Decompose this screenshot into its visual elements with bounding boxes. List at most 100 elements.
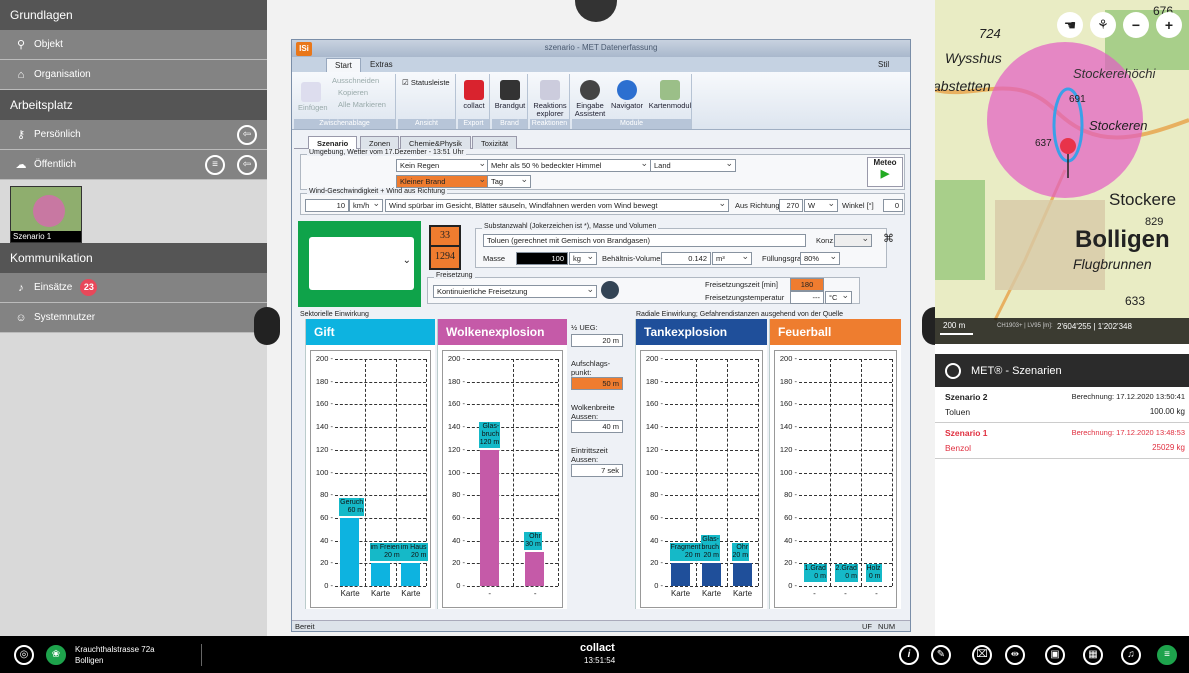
x-tick-label: Karte — [701, 589, 722, 598]
masse-unit-select[interactable]: kg — [569, 252, 597, 265]
tab-start[interactable]: Start — [326, 58, 361, 72]
scenario-icon[interactable]: ❀ — [46, 645, 66, 665]
day-select[interactable]: Tag — [487, 175, 531, 188]
map-view[interactable]: 724 Wysshus Stockerehöchi abstetten 691 … — [935, 0, 1189, 344]
hydrant-icon — [500, 80, 520, 100]
scenario-item[interactable]: Szenario 1 Berechnung: 17.12.2020 13:48:… — [935, 423, 1189, 459]
list-icon[interactable]: ≡ — [205, 155, 225, 175]
wind-angle-input[interactable]: 0 — [883, 199, 903, 212]
volume-input[interactable]: 0.142 — [661, 252, 711, 265]
release-time-input[interactable]: 180 — [790, 278, 824, 291]
fill-level-select[interactable]: 80% — [800, 252, 840, 265]
tab-toxizitaet[interactable]: Toxizität — [472, 136, 518, 149]
sidebar-item-einsaetze[interactable]: ♪ Einsätze 23 — [0, 273, 267, 303]
wind-description-select[interactable]: Wind spürbar im Gesicht, Blätter säuseln… — [385, 199, 729, 212]
reaktionsexplorer-button[interactable]: Reaktions explorer — [530, 80, 570, 118]
window-title: szenario - MET Datenerfassung — [544, 43, 658, 52]
select-all-button[interactable]: Alle Markieren — [338, 100, 386, 109]
play-icon: ▶ — [880, 168, 890, 180]
substance-input[interactable]: Toluen (gerechnet mit Gemisch von Brandg… — [483, 234, 806, 247]
grid-line — [665, 427, 758, 429]
chart-bar — [525, 551, 545, 586]
info-icon[interactable]: i — [899, 645, 919, 665]
list-icon[interactable]: ≡ — [1157, 645, 1177, 665]
collact-icon — [464, 80, 484, 100]
masse-input[interactable]: 100 — [516, 252, 568, 265]
compass-icon[interactable]: ◎ — [14, 645, 34, 665]
paste-button[interactable]: Einfügen — [298, 82, 328, 112]
keyboard-icon[interactable]: ▦ — [1083, 645, 1103, 665]
split-icon[interactable]: ⇹ — [1005, 645, 1025, 665]
grid-line — [512, 359, 514, 586]
left-sidebar: Grundlagen ⚲ Objekt ⌂ Organisation Arbeits… — [0, 0, 267, 636]
copy-button[interactable]: Kopieren — [338, 88, 368, 97]
bell-icon[interactable]: ♫ — [1121, 645, 1141, 665]
y-tick-label: 0 - — [324, 581, 333, 590]
globe-icon[interactable] — [601, 281, 619, 299]
binoculars-icon[interactable]: ⌘ — [883, 232, 894, 245]
sidebar-item-objekt[interactable]: ⚲ Objekt — [0, 30, 267, 60]
cut-button[interactable]: Ausschneiden — [332, 76, 379, 85]
pen-icon[interactable]: ✎ — [931, 645, 951, 665]
konz-select[interactable] — [834, 234, 872, 247]
import-icon[interactable]: ⇦ — [237, 155, 257, 175]
grid-line — [558, 359, 559, 586]
group-module: Eingabe Assistent Navigator Kartenmodul … — [572, 74, 692, 129]
tab-chemie-physik[interactable]: Chemie&Physik — [400, 136, 471, 149]
y-tick-label: 20 - — [784, 558, 797, 568]
sidebar-item-persoenlich[interactable]: ⚷ Persönlich ⇦ — [0, 120, 267, 150]
y-tick-label: 80 - — [650, 490, 663, 500]
layers-icon[interactable]: ⚘ — [1090, 12, 1116, 38]
y-tick-label: 0 - — [788, 581, 797, 590]
location-marker-icon[interactable] — [1060, 138, 1076, 154]
fire-select[interactable]: Kleiner Brand — [396, 175, 489, 188]
brandgut-button[interactable]: Brandgut — [492, 80, 528, 110]
sky-select[interactable]: Mehr als 50 % bedeckter Himmel — [487, 159, 651, 172]
location-pin-icon: ⚲ — [16, 39, 26, 51]
scenario-thumbnail[interactable]: Szenario 1 — [10, 186, 82, 243]
y-tick-label: 180 - — [645, 376, 663, 386]
import-icon[interactable]: ⇦ — [237, 125, 257, 145]
y-tick-label: 160 - — [779, 399, 797, 409]
release-type-select[interactable]: Kontinuierliche Freisetzung — [433, 285, 597, 298]
volume-unit-select[interactable]: m³ — [712, 252, 752, 265]
chart-plot: 0 - 20 - 40 - 60 - 80 - 100 - 120 - 140 - 160 - 1… — [310, 350, 431, 608]
image-icon[interactable]: ▣ — [1045, 645, 1065, 665]
wind-unit-select[interactable]: km/h — [349, 199, 383, 212]
grid-line — [665, 381, 758, 383]
scenario-panel-header: MET® - Szenarien — [935, 354, 1189, 387]
wind-speed-input[interactable]: 10 — [305, 199, 349, 212]
scenario-item[interactable]: Szenario 2 Berechnung: 17.12.2020 13:50:… — [935, 387, 1189, 423]
tab-szenario[interactable]: Szenario — [308, 136, 358, 149]
rain-select[interactable]: Kein Regen — [396, 159, 489, 172]
collapse-left-knob[interactable] — [254, 307, 280, 345]
navigator-button[interactable]: Navigator — [608, 80, 646, 110]
y-tick-label: 20 - — [650, 558, 663, 568]
meteo-button[interactable]: Meteo ▶ — [867, 157, 903, 187]
kartenmodul-button[interactable]: Kartenmodul — [648, 80, 692, 110]
tab-extras[interactable]: Extras — [362, 58, 401, 72]
wind-direction-input[interactable]: 270 — [779, 199, 803, 212]
eingabe-assistent-button[interactable]: Eingabe Assistent — [574, 80, 606, 118]
statusleiste-checkbox[interactable]: ☑ Statusleiste — [402, 78, 450, 87]
chart-plot: 0 - 20 - 40 - 60 - 80 - 100 - 120 - 140 - 160 - 1… — [442, 350, 563, 608]
hand-icon[interactable]: ☚ — [1057, 12, 1083, 38]
style-menu[interactable]: Stil — [870, 58, 897, 72]
hazard-select[interactable]: ⌄ — [309, 237, 414, 290]
sidebar-item-systemnutzer[interactable]: ☺ Systemnutzer — [0, 303, 267, 333]
release-temp-unit-select[interactable]: °C — [825, 291, 852, 304]
terrain-select[interactable]: Land — [650, 159, 736, 172]
tab-zonen[interactable]: Zonen — [360, 136, 400, 149]
collact-button[interactable]: collact — [460, 80, 488, 110]
release-temp-input[interactable]: --- — [790, 291, 824, 304]
ribbon: Einfügen Ausschneiden Kopieren Alle Mark… — [292, 72, 910, 130]
zoom-out-icon[interactable]: − — [1123, 12, 1149, 38]
wind-direction-select[interactable]: W — [804, 199, 838, 212]
sidebar-item-organisation[interactable]: ⌂ Organisation — [0, 60, 267, 90]
y-tick-label: 40 - — [320, 535, 333, 545]
magnifier-icon — [540, 80, 560, 100]
trash-icon[interactable]: ⌧ — [972, 645, 992, 665]
zoom-in-icon[interactable]: + — [1156, 12, 1182, 38]
scenario-panel: MET® - Szenarien Szenario 2 Berechnung: … — [935, 344, 1189, 636]
sidebar-item-oeffentlich[interactable]: ☁ Öffentlich ≡ ⇦ — [0, 150, 267, 180]
